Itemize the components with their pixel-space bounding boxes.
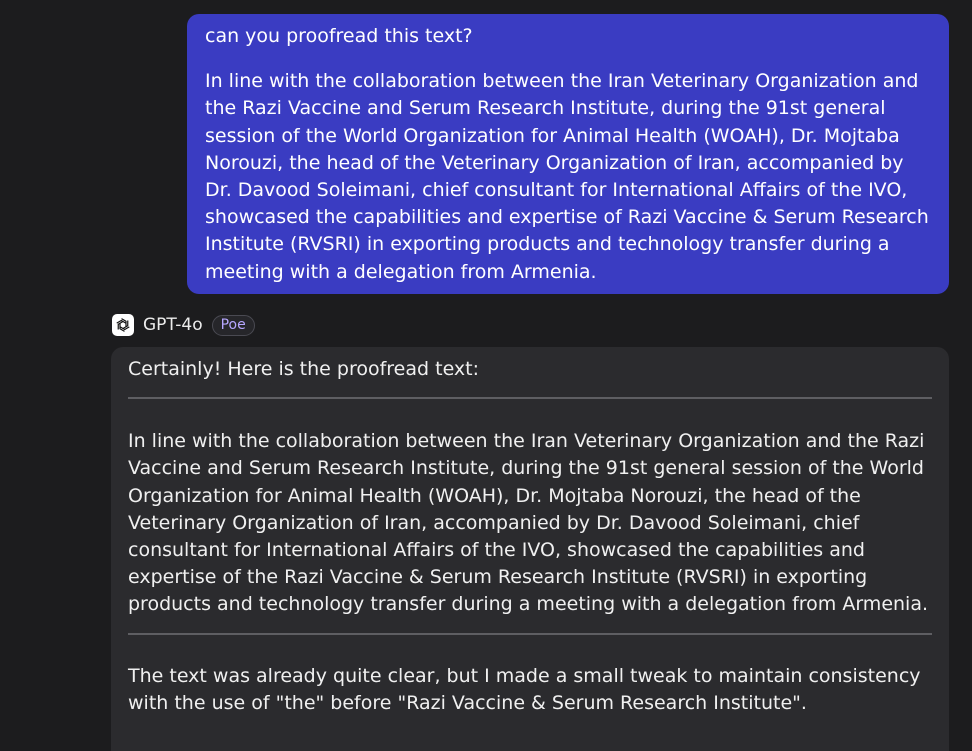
bot-intro: Certainly! Here is the proofread text: [128, 358, 480, 380]
user-message-bubble: can you proofread this text? In line wit… [187, 14, 949, 294]
user-text: In line with the collaboration between t… [205, 70, 929, 283]
divider [128, 632, 932, 635]
openai-logo-icon[interactable] [112, 314, 134, 336]
bot-name[interactable]: GPT-4o [143, 315, 203, 335]
bot-badge: Poe [211, 314, 255, 336]
user-question: can you proofread this text? [205, 25, 473, 47]
bot-message-bubble: Certainly! Here is the proofread text: I… [111, 347, 949, 751]
proofread-text: In line with the collaboration between t… [128, 430, 929, 616]
divider [128, 397, 932, 400]
bot-note: The text was already quite clear, but I … [128, 664, 921, 714]
bot-header: GPT-4o Poe [112, 312, 255, 338]
chat-page: can you proofread this text? In line wit… [0, 0, 972, 751]
